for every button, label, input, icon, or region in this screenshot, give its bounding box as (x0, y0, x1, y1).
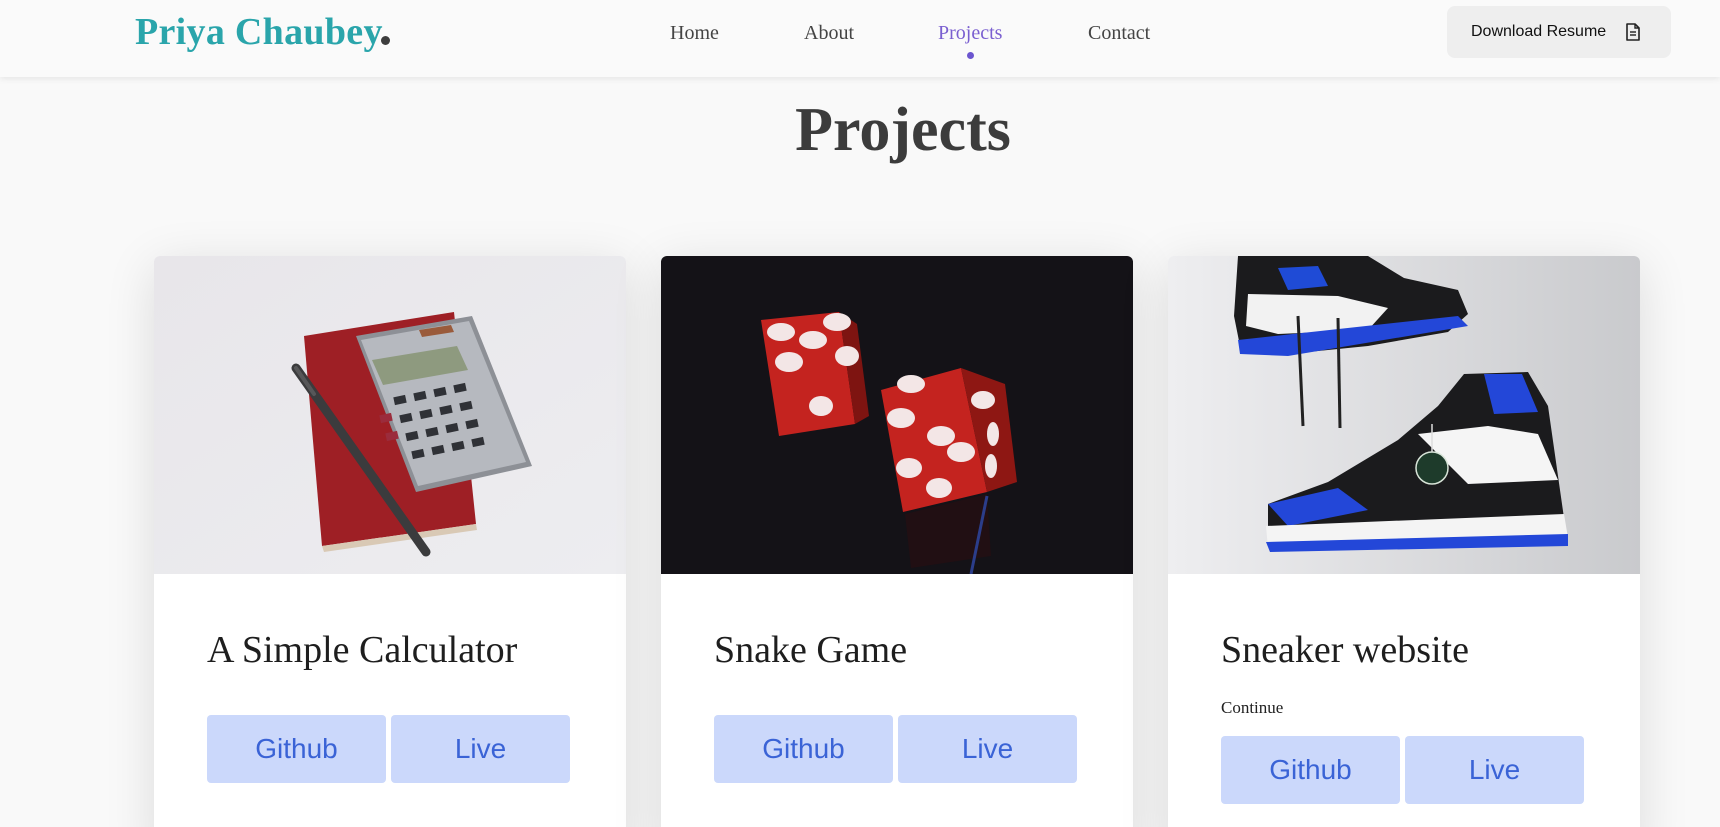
project-image-calculator (154, 256, 626, 574)
nav-contact-link[interactable]: Contact (1088, 22, 1150, 45)
project-card-sneaker-website: Sneaker website Continue Github Live (1168, 256, 1640, 827)
project-image-sneaker-website (1168, 256, 1640, 574)
nav-projects-link[interactable]: Projects (938, 22, 1002, 45)
file-document-icon (1626, 23, 1640, 41)
live-button[interactable]: Live (391, 715, 570, 783)
live-button[interactable]: Live (898, 715, 1077, 783)
nav-active-indicator (967, 52, 974, 59)
project-title: A Simple Calculator (207, 629, 518, 671)
project-image-snake-game (661, 256, 1133, 574)
live-button[interactable]: Live (1405, 736, 1584, 804)
github-button[interactable]: Github (1221, 736, 1400, 804)
download-resume-button[interactable]: Download Resume (1447, 6, 1671, 58)
nav-home-link[interactable]: Home (670, 22, 719, 45)
navbar: Priya Chaubey Home About Projects Contac… (0, 0, 1720, 77)
project-card-snake-game: Snake Game Github Live (661, 256, 1133, 827)
nav-about-link[interactable]: About (804, 22, 854, 45)
download-resume-label: Download Resume (1471, 23, 1607, 40)
github-button[interactable]: Github (714, 715, 893, 783)
github-button[interactable]: Github (207, 715, 386, 783)
project-description: Continue (1221, 698, 1284, 717)
brand-dot (381, 36, 390, 45)
brand-logo[interactable]: Priya Chaubey (135, 10, 383, 54)
section-title: Projects (795, 96, 1011, 164)
project-title: Snake Game (714, 629, 908, 671)
project-title: Sneaker website (1221, 629, 1469, 671)
project-card-calculator: A Simple Calculator Github Live (154, 256, 626, 827)
